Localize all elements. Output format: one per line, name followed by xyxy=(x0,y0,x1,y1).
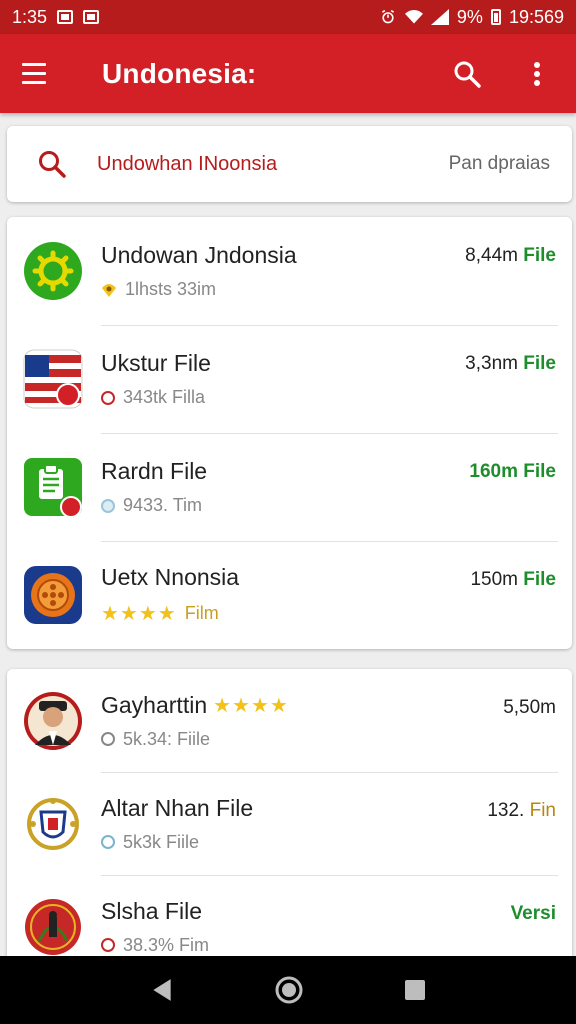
system-nav-bar xyxy=(0,956,576,1024)
more-vert-icon[interactable] xyxy=(520,57,554,91)
blue-dot-badge-icon xyxy=(101,498,115,513)
ring-badge-icon xyxy=(101,938,115,952)
list-item[interactable]: Gayharttin ★★★★ 5k.34: Fiile 5,50m xyxy=(7,669,572,772)
battery-percent: 9% xyxy=(456,6,483,27)
item-subtitle: 5k3k Fiile xyxy=(123,831,200,852)
app-list-secondary: Gayharttin ★★★★ 5k.34: Fiile 5,50m Altar… xyxy=(7,669,572,969)
battery-icon xyxy=(490,9,501,25)
item-title: Ukstur File xyxy=(101,350,211,376)
item-size: 150m File xyxy=(470,569,556,590)
item-size: 160m File xyxy=(469,461,556,482)
search-query[interactable]: Undowhan INoonsia xyxy=(97,153,277,176)
search-hint[interactable]: Pan dpraias xyxy=(449,153,550,175)
cell-signal-icon xyxy=(430,9,449,25)
clipboard-app-icon xyxy=(24,458,82,517)
item-size: 3,3nm File xyxy=(465,353,556,374)
gear-app-icon xyxy=(24,242,82,300)
status-bar: 1:35 9% 19:569 xyxy=(0,0,576,34)
item-size: Versi xyxy=(510,903,556,924)
alarm-icon xyxy=(381,9,394,24)
back-icon[interactable] xyxy=(149,977,175,1003)
rating-stars: ★★★★ xyxy=(101,603,177,625)
list-item[interactable]: Slsha File 38.3% Fim Versi xyxy=(7,875,572,969)
item-subtitle: 1lhsts 33im xyxy=(125,279,217,299)
recents-icon[interactable] xyxy=(403,978,427,1002)
item-title: Gayharttin xyxy=(101,691,208,718)
ring-badge-icon xyxy=(101,835,115,849)
list-item[interactable]: Uetx Nnonsia ★★★★ Film 150m File xyxy=(7,541,572,649)
menu-icon[interactable] xyxy=(22,56,58,92)
list-item[interactable]: Rardn File 9433. Tim 160m File xyxy=(7,433,572,541)
seal-app-icon xyxy=(25,898,81,955)
rating-stars: ★★★★ xyxy=(213,694,289,717)
item-title: Rardn File xyxy=(101,458,208,484)
item-size: 5,50m xyxy=(503,697,556,718)
portrait-app-icon xyxy=(24,691,82,750)
ornament-app-icon xyxy=(24,566,82,624)
app-title: Undonesia: xyxy=(102,57,257,89)
item-subtitle: 343tk Filla xyxy=(123,387,206,407)
item-subtitle: Film xyxy=(184,603,219,623)
item-size: 132. Fin xyxy=(487,800,556,821)
emblem-app-icon xyxy=(27,797,79,850)
item-title: Slsha File xyxy=(101,897,202,924)
status-clock: 19:569 xyxy=(508,6,564,27)
item-subtitle: 5k.34: Fiile xyxy=(123,728,211,749)
status-time: 1:35 xyxy=(12,6,48,27)
search-bar[interactable]: Undowhan INoonsia Pan dpraias xyxy=(7,126,572,202)
list-item[interactable]: Undowan Jndonsia 1lhsts 33im 8,44m File xyxy=(7,217,572,325)
search-icon xyxy=(39,151,66,178)
app-bar: Undonesia: xyxy=(0,34,576,113)
item-subtitle: 38.3% Fim xyxy=(123,934,210,955)
item-size: 8,44m File xyxy=(465,245,556,266)
ring-badge-icon xyxy=(101,732,115,746)
notification-image-icon xyxy=(57,10,74,24)
item-title: Undowan Jndonsia xyxy=(101,242,297,268)
search-icon[interactable] xyxy=(450,57,484,91)
pin-badge-icon xyxy=(102,283,116,297)
list-item[interactable]: Ukstur File 343tk Filla 3,3nm File xyxy=(7,325,572,433)
item-subtitle: 9433. Tim xyxy=(123,495,203,515)
ring-badge-icon xyxy=(101,390,115,405)
flag-app-icon xyxy=(23,349,83,409)
list-item[interactable]: Altar Nhan File 5k3k Fiile 132. Fin xyxy=(7,772,572,875)
item-title: Uetx Nnonsia xyxy=(101,564,240,590)
home-icon[interactable] xyxy=(274,975,304,1005)
app-list-primary: Undowan Jndonsia 1lhsts 33im 8,44m File xyxy=(7,217,572,649)
notification-photo-icon xyxy=(83,10,100,24)
wifi-icon xyxy=(404,10,423,24)
item-title: Altar Nhan File xyxy=(101,794,254,821)
